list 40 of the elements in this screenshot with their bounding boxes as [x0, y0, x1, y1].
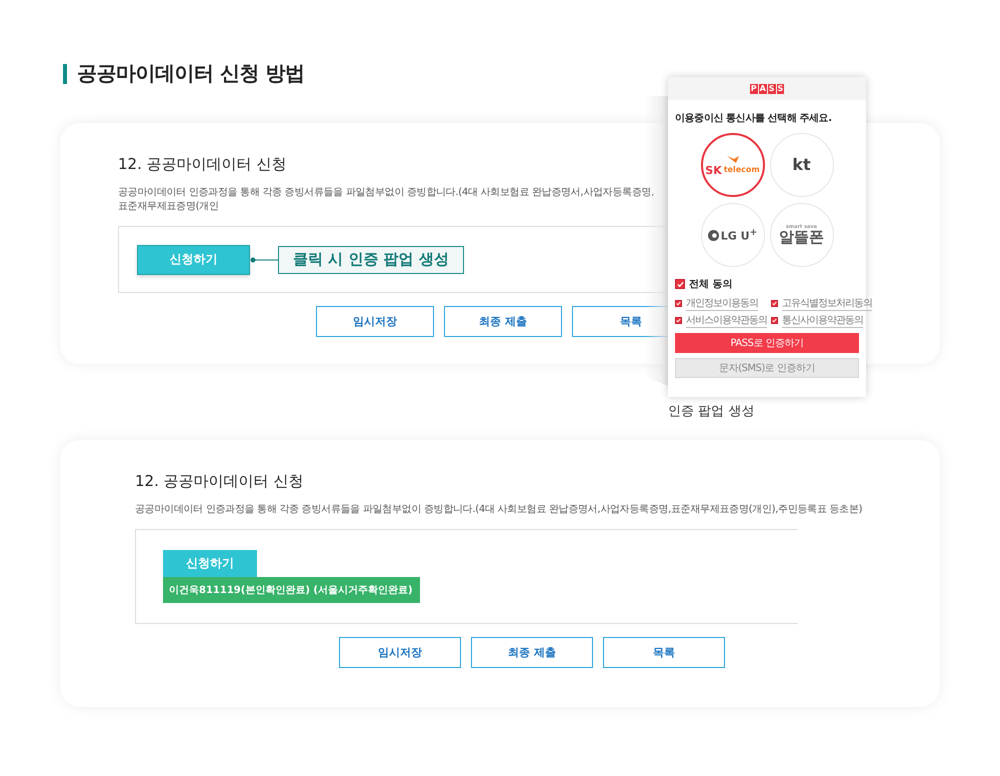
brand-letter: A — [758, 84, 767, 94]
logo-text: kt — [792, 157, 811, 173]
logo-text: SK — [705, 164, 722, 176]
action-button[interactable]: 목록 — [603, 637, 725, 668]
page-title: 공공마이데이터 신청 방법 — [77, 60, 304, 87]
brand-letter: P — [750, 84, 758, 94]
brand-letter: S — [768, 84, 776, 94]
checkbox[interactable] — [771, 317, 778, 324]
checkbox[interactable] — [675, 300, 682, 307]
callout-label: 클릭 시 인증 팝업 생성 — [278, 246, 464, 274]
agreement-link[interactable]: 통신사이용약관동의 — [782, 313, 863, 328]
logo-text: 알뜰폰 — [779, 230, 824, 245]
agreement-link[interactable]: 고유식별정보처리동의 — [782, 296, 872, 311]
auth-button[interactable]: 문자(SMS)로 인증하기 — [675, 358, 859, 378]
brand-letter: S — [776, 84, 784, 94]
step-title: 12. 공공마이데이터 신청 — [135, 472, 304, 491]
face-circle-icon — [708, 230, 719, 240]
title-bar — [63, 64, 67, 84]
action-button[interactable]: 최종 제출 — [471, 637, 593, 668]
agreement-link[interactable]: 개인정보이용동의 — [686, 296, 758, 311]
carrier-option[interactable]: LG U$^{+}$ — [700, 203, 764, 267]
carrier-option[interactable]: kt — [770, 133, 834, 197]
logo-text: telecom — [724, 166, 760, 174]
action-button[interactable]: 최종 제출 — [444, 306, 562, 337]
agreement-link[interactable]: 서비스이용약관동의 — [686, 313, 767, 328]
popup-prompt: 이용중이신 통신사를 선택해 주세요. — [675, 112, 833, 125]
popup-caption: 인증 팝업 생성 — [668, 403, 754, 420]
action-button[interactable]: 임시저장 — [339, 637, 461, 668]
checkbox[interactable] — [675, 317, 682, 324]
step-description: 공공마이데이터 인증과정을 통해 각종 증빙서류들을 파일첨부없이 증빙합니다.(4대 사회보험료 완납증명서,사업자등록증명,표준재무제표증명(개인 — [118, 186, 656, 214]
step-title: 12. 공공마이데이터 신청 — [118, 155, 286, 174]
logo-text: LG U$^{+}$ — [720, 228, 758, 242]
action-button[interactable]: 임시저장 — [316, 306, 434, 337]
verification-result: 이건욱811119(본인확인완료) (서울시거주확인완료) — [163, 577, 420, 603]
checkbox[interactable] — [675, 279, 685, 289]
connector-line — [250, 256, 278, 262]
auth-button[interactable]: PASS로 인증하기 — [675, 333, 859, 353]
checkbox[interactable] — [771, 300, 778, 307]
checkbox-label: 전체 동의 — [689, 278, 732, 291]
step-description: 공공마이데이터 인증과정을 통해 각종 증빙서류들을 파일첨부없이 증빙합니다.(4대 사회보험료 완납증명서,사업자등록증명,표준재무제표증명(개인),주민등록표 등초본) — [135, 503, 864, 517]
